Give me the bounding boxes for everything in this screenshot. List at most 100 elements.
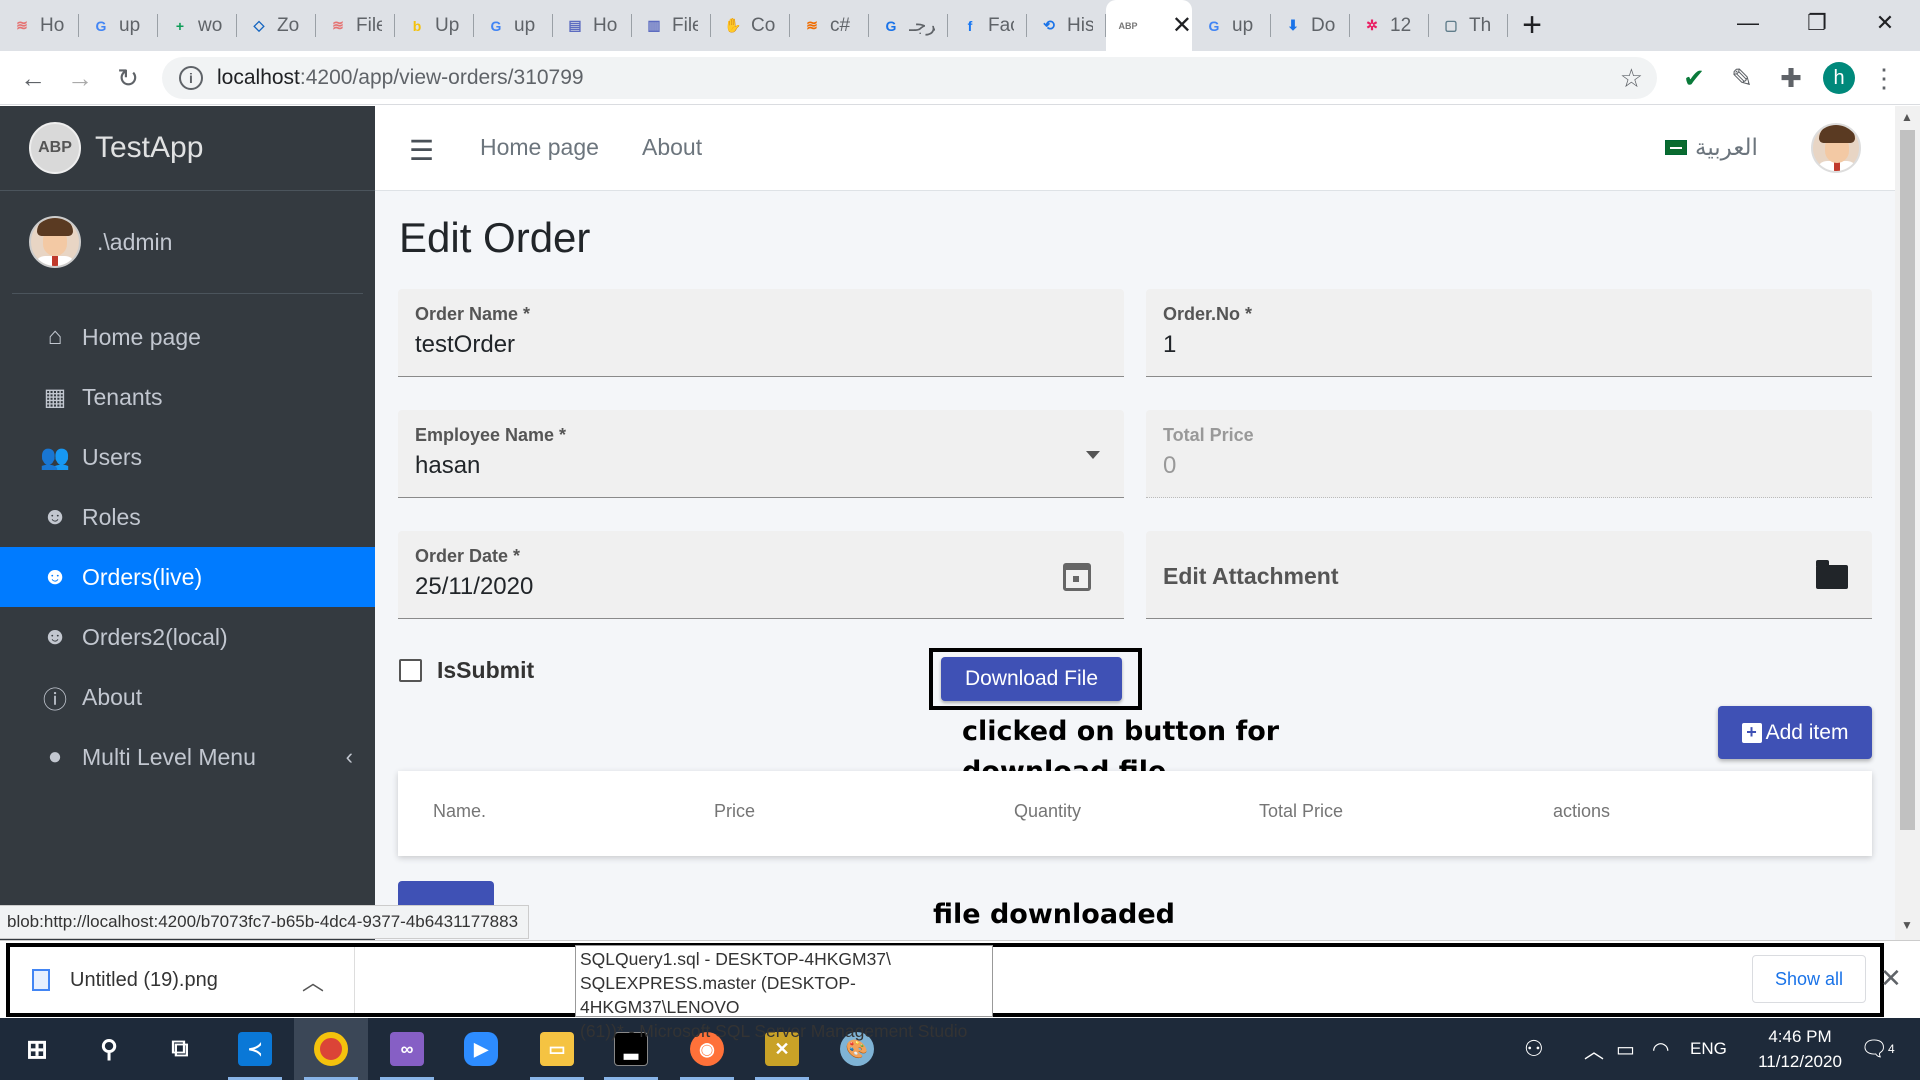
profile-avatar[interactable]: h: [1823, 62, 1855, 94]
battery-icon[interactable]: ▭: [1616, 1018, 1635, 1080]
wifi-icon[interactable]: ◠: [1652, 1018, 1669, 1080]
user-panel[interactable]: .\admin: [12, 191, 363, 294]
order-no-input[interactable]: 1: [1163, 331, 1176, 359]
sidebar-item-multi-level-menu[interactable]: ● Multi Level Menu ‹: [0, 727, 375, 787]
issubmit-checkbox-row[interactable]: IsSubmit: [399, 657, 534, 684]
browser-tab[interactable]: ⟲ His: [1027, 0, 1106, 51]
task-view-icon[interactable]: ⧉: [143, 1018, 217, 1080]
back-icon[interactable]: ←: [15, 60, 51, 96]
browser-tab[interactable]: Gup: [1192, 0, 1271, 51]
tab-favicon-icon: ≋: [16, 17, 28, 33]
vscode-icon[interactable]: ≺: [218, 1018, 292, 1080]
browser-tab[interactable]: ABP ✕: [1106, 0, 1192, 51]
search-icon[interactable]: ⚲: [72, 1018, 146, 1080]
hamburger-menu-icon[interactable]: ☰: [409, 134, 434, 167]
sidebar-item-label: Roles: [82, 503, 141, 530]
browser-tab[interactable]: + wo: [158, 0, 237, 51]
chevron-left-icon[interactable]: ‹: [346, 744, 353, 770]
start-windows-icon[interactable]: ⊞: [0, 1018, 74, 1080]
forward-icon[interactable]: →: [62, 60, 98, 96]
browser-menu-icon[interactable]: ⋮: [1866, 60, 1902, 96]
browser-tab[interactable]: ✋ Co: [711, 0, 790, 51]
browser-tab[interactable]: G ترجـ: [869, 0, 948, 51]
order-date-input[interactable]: 25/11/2020: [415, 573, 533, 601]
sidebar-item-label: Multi Level Menu: [82, 743, 256, 770]
scroll-down-icon[interactable]: ▼: [1901, 918, 1913, 932]
order-no-field[interactable]: Order.No * 1: [1146, 289, 1872, 377]
url-host: localhost: [217, 66, 300, 89]
chrome-icon[interactable]: [294, 1018, 368, 1080]
header-link-about[interactable]: About: [642, 134, 702, 161]
url-text[interactable]: localhost:4200/app/view-orders/310799: [217, 66, 584, 90]
sidebar-item-home-page[interactable]: ⌂ Home page: [0, 307, 375, 367]
brand[interactable]: ABP TestApp: [0, 106, 375, 191]
browser-tab[interactable]: Gup: [79, 0, 158, 51]
chevron-up-icon[interactable]: ︿: [302, 965, 324, 997]
tray-chevron-up-icon[interactable]: ︿: [1584, 1018, 1604, 1080]
header-link-home[interactable]: Home page: [480, 134, 599, 161]
browser-tab[interactable]: ◇ Zo: [237, 0, 316, 51]
clock[interactable]: 4:46 PM 11/12/2020: [1740, 1024, 1860, 1074]
sidebar-item-roles[interactable]: ☻ Roles: [0, 487, 375, 547]
sidebar-item-orders2-local[interactable]: ☻ Orders2(local): [0, 607, 375, 667]
people-icon[interactable]: ⚇: [1524, 1018, 1544, 1080]
close-window-icon[interactable]: ✕: [1857, 0, 1913, 46]
restore-icon[interactable]: ❐: [1789, 0, 1845, 46]
bookmark-star-icon[interactable]: ☆: [1620, 63, 1643, 94]
browser-tab[interactable]: f Fac: [948, 0, 1027, 51]
scroll-up-icon[interactable]: ▲: [1901, 110, 1913, 124]
visual-studio-icon[interactable]: ∞: [370, 1018, 444, 1080]
calendar-icon[interactable]: [1063, 563, 1091, 591]
browser-tab[interactable]: ✲ 12: [1350, 0, 1429, 51]
add-item-button[interactable]: + Add item: [1718, 706, 1872, 759]
zoom-icon[interactable]: ▶: [444, 1018, 518, 1080]
browser-tab[interactable]: ▥ File: [632, 0, 711, 51]
browser-tab[interactable]: ≋ c#: [790, 0, 869, 51]
order-date-field[interactable]: Order Date * 25/11/2020: [398, 531, 1124, 619]
browser-tab[interactable]: Gup: [474, 0, 553, 51]
header-user-avatar[interactable]: [1811, 123, 1861, 173]
theater-masks-icon: ☻: [42, 623, 68, 650]
sidebar-item-about[interactable]: ⓘ About: [0, 667, 375, 727]
new-tab-icon[interactable]: +: [1508, 0, 1556, 51]
order-name-input[interactable]: testOrder: [415, 331, 515, 359]
employee-select[interactable]: Employee Name * hasan: [398, 410, 1124, 498]
employee-value[interactable]: hasan: [415, 452, 480, 480]
issubmit-checkbox[interactable]: [399, 659, 422, 682]
minimize-icon[interactable]: —: [1720, 0, 1776, 46]
folder-icon[interactable]: [1816, 560, 1848, 589]
order-name-field[interactable]: Order Name * testOrder: [398, 289, 1124, 377]
input-language[interactable]: ENG: [1690, 1018, 1727, 1080]
sidebar-item-label: Orders(live): [82, 563, 203, 590]
eyedropper-icon[interactable]: ✎: [1724, 60, 1760, 96]
sidebar-item-users[interactable]: 👥 Users: [0, 427, 375, 487]
site-info-icon[interactable]: i: [179, 66, 203, 90]
browser-tab[interactable]: ≋ Ho: [0, 0, 79, 51]
sidebar-item-orders-live[interactable]: ☻ Orders(live): [0, 547, 375, 607]
tab-favicon-icon: ▢: [1444, 17, 1458, 33]
reload-icon[interactable]: ↻: [110, 60, 146, 96]
address-bar[interactable]: i localhost:4200/app/view-orders/310799 …: [162, 57, 1657, 99]
download-file-button[interactable]: Download File: [941, 657, 1122, 701]
browser-tab[interactable]: ▤ Ho: [553, 0, 632, 51]
close-shelf-icon[interactable]: ✕: [1880, 963, 1902, 994]
browser-tab[interactable]: ⬇ Do: [1271, 0, 1350, 51]
extension-check-icon[interactable]: ✔: [1676, 60, 1712, 96]
page-scrollbar[interactable]: ▲ ▼: [1895, 106, 1920, 940]
language-switcher[interactable]: العربية: [1665, 134, 1758, 161]
sidebar-item-tenants[interactable]: ▦ Tenants: [0, 367, 375, 427]
attachment-field[interactable]: Edit Attachment: [1146, 531, 1872, 619]
notification-icon[interactable]: 🗨 4: [1860, 1018, 1895, 1080]
tab-title: Ho: [593, 14, 618, 36]
show-all-button[interactable]: Show all: [1752, 955, 1866, 1003]
browser-tab[interactable]: b Up: [395, 0, 474, 51]
dropdown-arrow-icon[interactable]: [1086, 451, 1100, 459]
scrollbar-thumb[interactable]: [1900, 130, 1915, 830]
download-item[interactable]: Untitled (19).png ︿: [10, 947, 355, 1013]
tab-title: Th: [1469, 14, 1492, 36]
tab-close-icon[interactable]: ✕: [1172, 11, 1192, 40]
browser-tab[interactable]: ▢ Th: [1429, 0, 1508, 51]
extensions-puzzle-icon[interactable]: ✚: [1773, 60, 1809, 96]
browser-tab[interactable]: ≋ File: [316, 0, 395, 51]
plus-square-icon: +: [1741, 722, 1762, 743]
